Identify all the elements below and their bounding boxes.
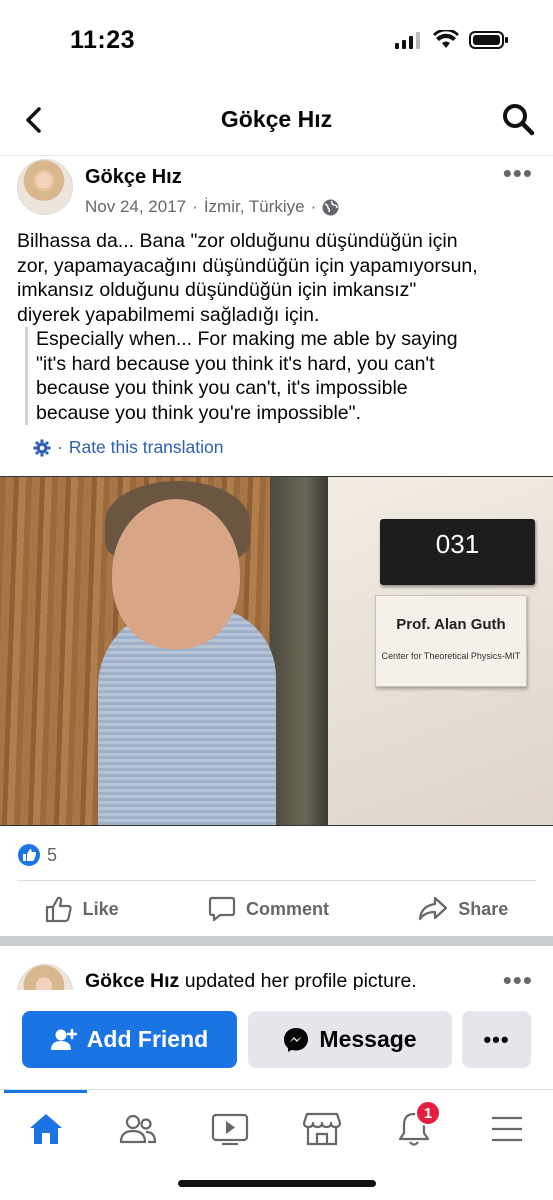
status-bar: 11:23 [0, 0, 553, 80]
marketplace-icon [303, 1112, 341, 1146]
add-friend-icon [50, 1028, 77, 1050]
like-label: Like [82, 898, 119, 919]
photo-room-sign: 031 [380, 519, 535, 585]
messenger-icon [284, 1027, 309, 1052]
post-options-icon[interactable]: ••• [503, 160, 533, 186]
nav-home[interactable] [21, 1108, 71, 1150]
next-post-options-icon[interactable]: ••• [503, 967, 533, 993]
menu-icon [492, 1116, 522, 1142]
meta-separator: · [192, 197, 198, 216]
status-icons [395, 30, 509, 50]
nav-notifications[interactable]: 1 [389, 1100, 441, 1150]
rate-translation-label[interactable]: Rate this translation [69, 437, 224, 458]
photo-person-face [112, 499, 240, 649]
home-icon [30, 1114, 62, 1144]
rate-separator: · [57, 437, 63, 457]
battery-icon [469, 31, 508, 49]
next-post-author[interactable]: Gökce Hız [85, 970, 179, 992]
add-friend-button[interactable]: Add Friend [22, 1011, 237, 1068]
reaction-count: 5 [47, 844, 58, 865]
reactions-summary[interactable]: 5 [17, 843, 57, 867]
nav-watch[interactable] [205, 1108, 255, 1150]
share-label: Share [458, 898, 509, 919]
globe-icon [322, 199, 339, 215]
post-author-name[interactable]: Gökçe Hız [85, 166, 182, 189]
divider [17, 880, 536, 881]
post-photo[interactable]: 031 Prof. Alan Guth Center for Theoretic… [0, 476, 553, 826]
status-time: 11:23 [70, 26, 136, 54]
friends-icon [119, 1114, 157, 1144]
post-location[interactable]: İzmir, Türkiye [204, 197, 305, 217]
home-indicator [178, 1180, 376, 1187]
author-avatar[interactable] [17, 159, 73, 215]
nav-marketplace[interactable] [297, 1108, 347, 1150]
photo-door-frame [270, 477, 328, 825]
page-title: Gökçe Hız [220, 106, 333, 132]
meta-separator: · [310, 197, 317, 216]
post-text: Bilhassa da... Bana "zor olduğunu düşünd… [17, 230, 478, 326]
video-icon [211, 1113, 249, 1146]
post-date[interactable]: Nov 24, 2017 [85, 197, 186, 217]
comment-icon [208, 896, 236, 922]
message-label: Message [319, 1026, 417, 1052]
share-icon [419, 896, 448, 921]
photo-name-sign: Prof. Alan Guth Center for Theoretical P… [375, 595, 527, 687]
thumbs-up-icon [45, 896, 72, 923]
gear-icon [33, 439, 51, 456]
rate-translation-link[interactable]: · Rate this translation [33, 437, 224, 458]
wifi-icon [433, 30, 459, 48]
more-options-button[interactable]: ••• [462, 1011, 531, 1068]
comment-label: Comment [245, 898, 329, 919]
search-icon[interactable] [501, 102, 535, 136]
share-button[interactable]: Share [418, 895, 508, 923]
profile-action-bar: Add Friend Message ••• [0, 990, 553, 1090]
nav-menu[interactable] [482, 1108, 532, 1150]
photo-name-sign-subtitle: Center for Theoretical Physics-MIT [381, 651, 521, 661]
section-divider [0, 936, 553, 946]
post-actions: Like Comment Share [0, 882, 553, 936]
nav-active-indicator [4, 1090, 87, 1093]
signal-icon [395, 32, 420, 49]
photo-name-sign-title: Prof. Alan Guth [396, 616, 506, 633]
like-button[interactable]: Like [45, 895, 119, 923]
next-post-action: updated her profile picture. [184, 970, 417, 992]
page-header: Gökçe Hız [0, 82, 553, 156]
add-friend-label: Add Friend [86, 1026, 209, 1052]
post-meta: Nov 24, 2017 · İzmir, Türkiye · [85, 197, 339, 217]
comment-button[interactable]: Comment [208, 895, 329, 923]
like-reaction-icon [18, 844, 40, 866]
post-translation: Especially when... For making me able by… [25, 327, 545, 425]
message-button[interactable]: Message [248, 1011, 452, 1068]
notifications-badge: 1 [415, 1100, 441, 1126]
nav-friends[interactable] [113, 1108, 163, 1150]
